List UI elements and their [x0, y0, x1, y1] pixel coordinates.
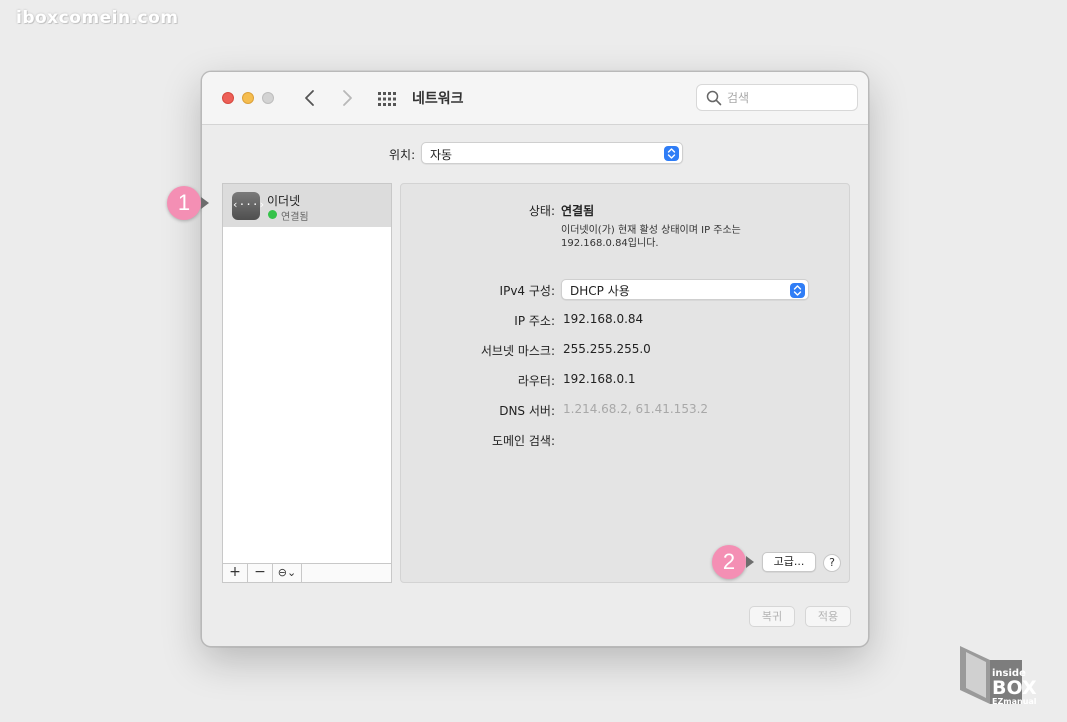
router-value: 192.168.0.1 — [563, 372, 636, 386]
dns-server-value: 1.214.68.2, 61.41.153.2 — [563, 402, 709, 416]
popup-arrows-icon — [790, 283, 805, 298]
location-label: 위치: — [389, 148, 416, 162]
dns-server-label: DNS 서버: — [499, 404, 555, 418]
insidebox-logo: inside BOX EZmanual — [956, 644, 1056, 710]
sidebar-item-ethernet[interactable]: ‹···› 이더넷 연결됨 — [223, 184, 391, 227]
window-title: 네트워크 — [412, 91, 464, 107]
add-service-button[interactable]: + — [223, 564, 248, 582]
subnet-mask-label: 서브넷 마스크: — [480, 344, 555, 358]
annotation-badge-2: 2 — [712, 545, 754, 579]
chevron-right-icon — [343, 90, 352, 106]
forward-button[interactable] — [336, 86, 358, 110]
zoom-button[interactable] — [262, 92, 274, 104]
ethernet-icon: ‹···› — [232, 192, 265, 220]
service-list: ‹···› 이더넷 연결됨 — [222, 183, 392, 583]
action-menu-button[interactable]: ⊖⌄ — [273, 564, 302, 582]
popup-arrows-icon — [664, 146, 679, 161]
detail-panel: 상태: 연결됨 이더넷이(가) 현재 활성 상태이며 IP 주소는 192.16… — [400, 183, 850, 583]
title-bar: 네트워크 — [202, 72, 868, 125]
subnet-mask-value: 255.255.255.0 — [563, 342, 651, 356]
ipv4-config-value: DHCP 사용 — [570, 284, 630, 298]
ipv4-config-label: IPv4 구성: — [499, 284, 555, 298]
sidebar-item-label: 이더넷 — [267, 194, 301, 208]
logo-line3: EZmanual — [992, 697, 1037, 706]
search-input[interactable] — [727, 88, 851, 107]
chevron-left-icon — [305, 90, 314, 106]
minimize-button[interactable] — [242, 92, 254, 104]
network-preferences-window: 네트워크 위치: 자동 ‹···› 이더넷 연결됨 + − ⊖⌄ — [201, 71, 869, 647]
status-dot-icon — [268, 210, 277, 219]
location-select[interactable]: 자동 — [421, 142, 683, 164]
router-label: 라우터: — [517, 374, 555, 388]
remove-service-button[interactable]: − — [248, 564, 273, 582]
site-watermark: iboxcomein.com — [16, 8, 179, 28]
search-icon — [706, 90, 722, 106]
status-description: 이더넷이(가) 현재 활성 상태이며 IP 주소는 192.168.0.84입니… — [561, 225, 741, 249]
logo-line2: BOX — [992, 677, 1037, 699]
search-field[interactable] — [696, 84, 858, 111]
ipv4-config-select[interactable]: DHCP 사용 — [561, 279, 809, 300]
annotation-badge-1: 1 — [167, 186, 209, 220]
status-label: 상태: — [528, 204, 555, 218]
location-value: 자동 — [430, 148, 453, 162]
status-value: 연결됨 — [561, 204, 595, 218]
apply-button[interactable]: 적용 — [805, 606, 851, 627]
sidebar-item-status: 연결됨 — [281, 212, 309, 223]
help-button[interactable]: ? — [823, 554, 841, 572]
back-button[interactable] — [299, 86, 321, 110]
search-domains-label: 도메인 검색: — [491, 434, 555, 448]
revert-button[interactable]: 복귀 — [749, 606, 795, 627]
ip-address-value: 192.168.0.84 — [563, 312, 644, 326]
ip-address-label: IP 주소: — [514, 314, 555, 328]
advanced-button[interactable]: 고급... — [762, 552, 816, 572]
show-all-grid-icon[interactable] — [378, 91, 396, 106]
service-list-toolbar: + − ⊖⌄ — [222, 563, 392, 583]
close-button[interactable] — [222, 92, 234, 104]
